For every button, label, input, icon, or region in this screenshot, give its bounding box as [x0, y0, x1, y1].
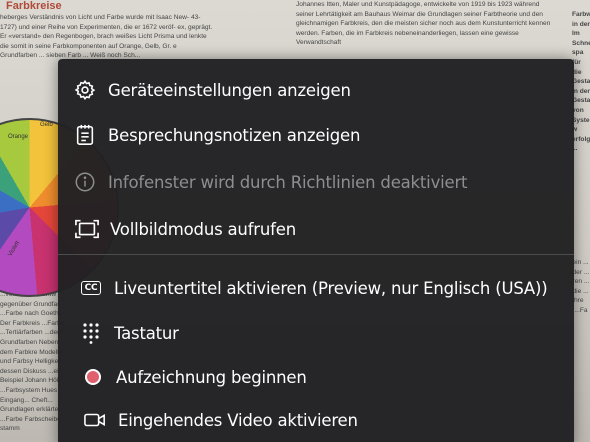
menu-divider: [58, 254, 574, 255]
menu-item-keypad[interactable]: Tastatur: [58, 313, 574, 353]
menu-item-label: Tastatur: [114, 323, 179, 343]
closed-captions-icon: CC: [78, 275, 104, 301]
record-icon: [80, 364, 106, 390]
menu-item-meeting-notes[interactable]: Besprechungsnotizen anzeigen: [58, 115, 574, 155]
menu-item-label: Liveuntertitel aktivieren (Preview, nur …: [114, 278, 548, 298]
menu-item-full-screen[interactable]: Vollbildmodus aufrufen: [58, 209, 574, 249]
color-wheel-label: Orange: [8, 134, 29, 140]
info-icon: [72, 169, 98, 195]
menu-item-incoming-video[interactable]: Eingehendes Video aktivieren: [58, 400, 574, 440]
menu-item-info-pane-disabled: Infofenster wird durch Richtlinien deakt…: [58, 162, 574, 202]
video-camera-icon: [82, 407, 108, 433]
gear-icon: [72, 77, 98, 103]
screen-photo: Farbkreise heberges Verständnis von Lich…: [0, 0, 590, 442]
menu-item-device-settings[interactable]: Geräteeinstellungen anzeigen: [58, 70, 574, 110]
menu-item-label: Geräteeinstellungen anzeigen: [108, 80, 351, 100]
menu-item-label: Aufzeichnung beginnen: [116, 367, 307, 387]
menu-item-label: Eingehendes Video aktivieren: [118, 410, 358, 430]
cc-badge: CC: [80, 281, 102, 295]
menu-item-label: Vollbildmodus aufrufen: [110, 219, 296, 239]
fullscreen-icon: [74, 216, 100, 242]
more-options-menu: Geräteeinstellungen anzeigen Besprechung…: [58, 59, 574, 442]
document-middle-column: Johannes Itten, Maler und Kunstpädagoge,…: [296, 1, 551, 47]
menu-item-start-recording[interactable]: Aufzeichnung beginnen: [58, 357, 574, 397]
menu-item-label: Besprechungsnotizen anzeigen: [108, 125, 361, 145]
menu-item-live-captions[interactable]: CC Liveuntertitel aktivieren (Preview, n…: [58, 268, 574, 308]
record-dot: [85, 369, 101, 385]
menu-item-label: Infofenster wird durch Richtlinien deakt…: [108, 172, 468, 192]
keypad-icon: [78, 320, 104, 346]
document-heading: Farbkreise: [6, 0, 62, 12]
notes-icon: [72, 122, 98, 148]
color-wheel-label: Gelb: [40, 122, 53, 128]
